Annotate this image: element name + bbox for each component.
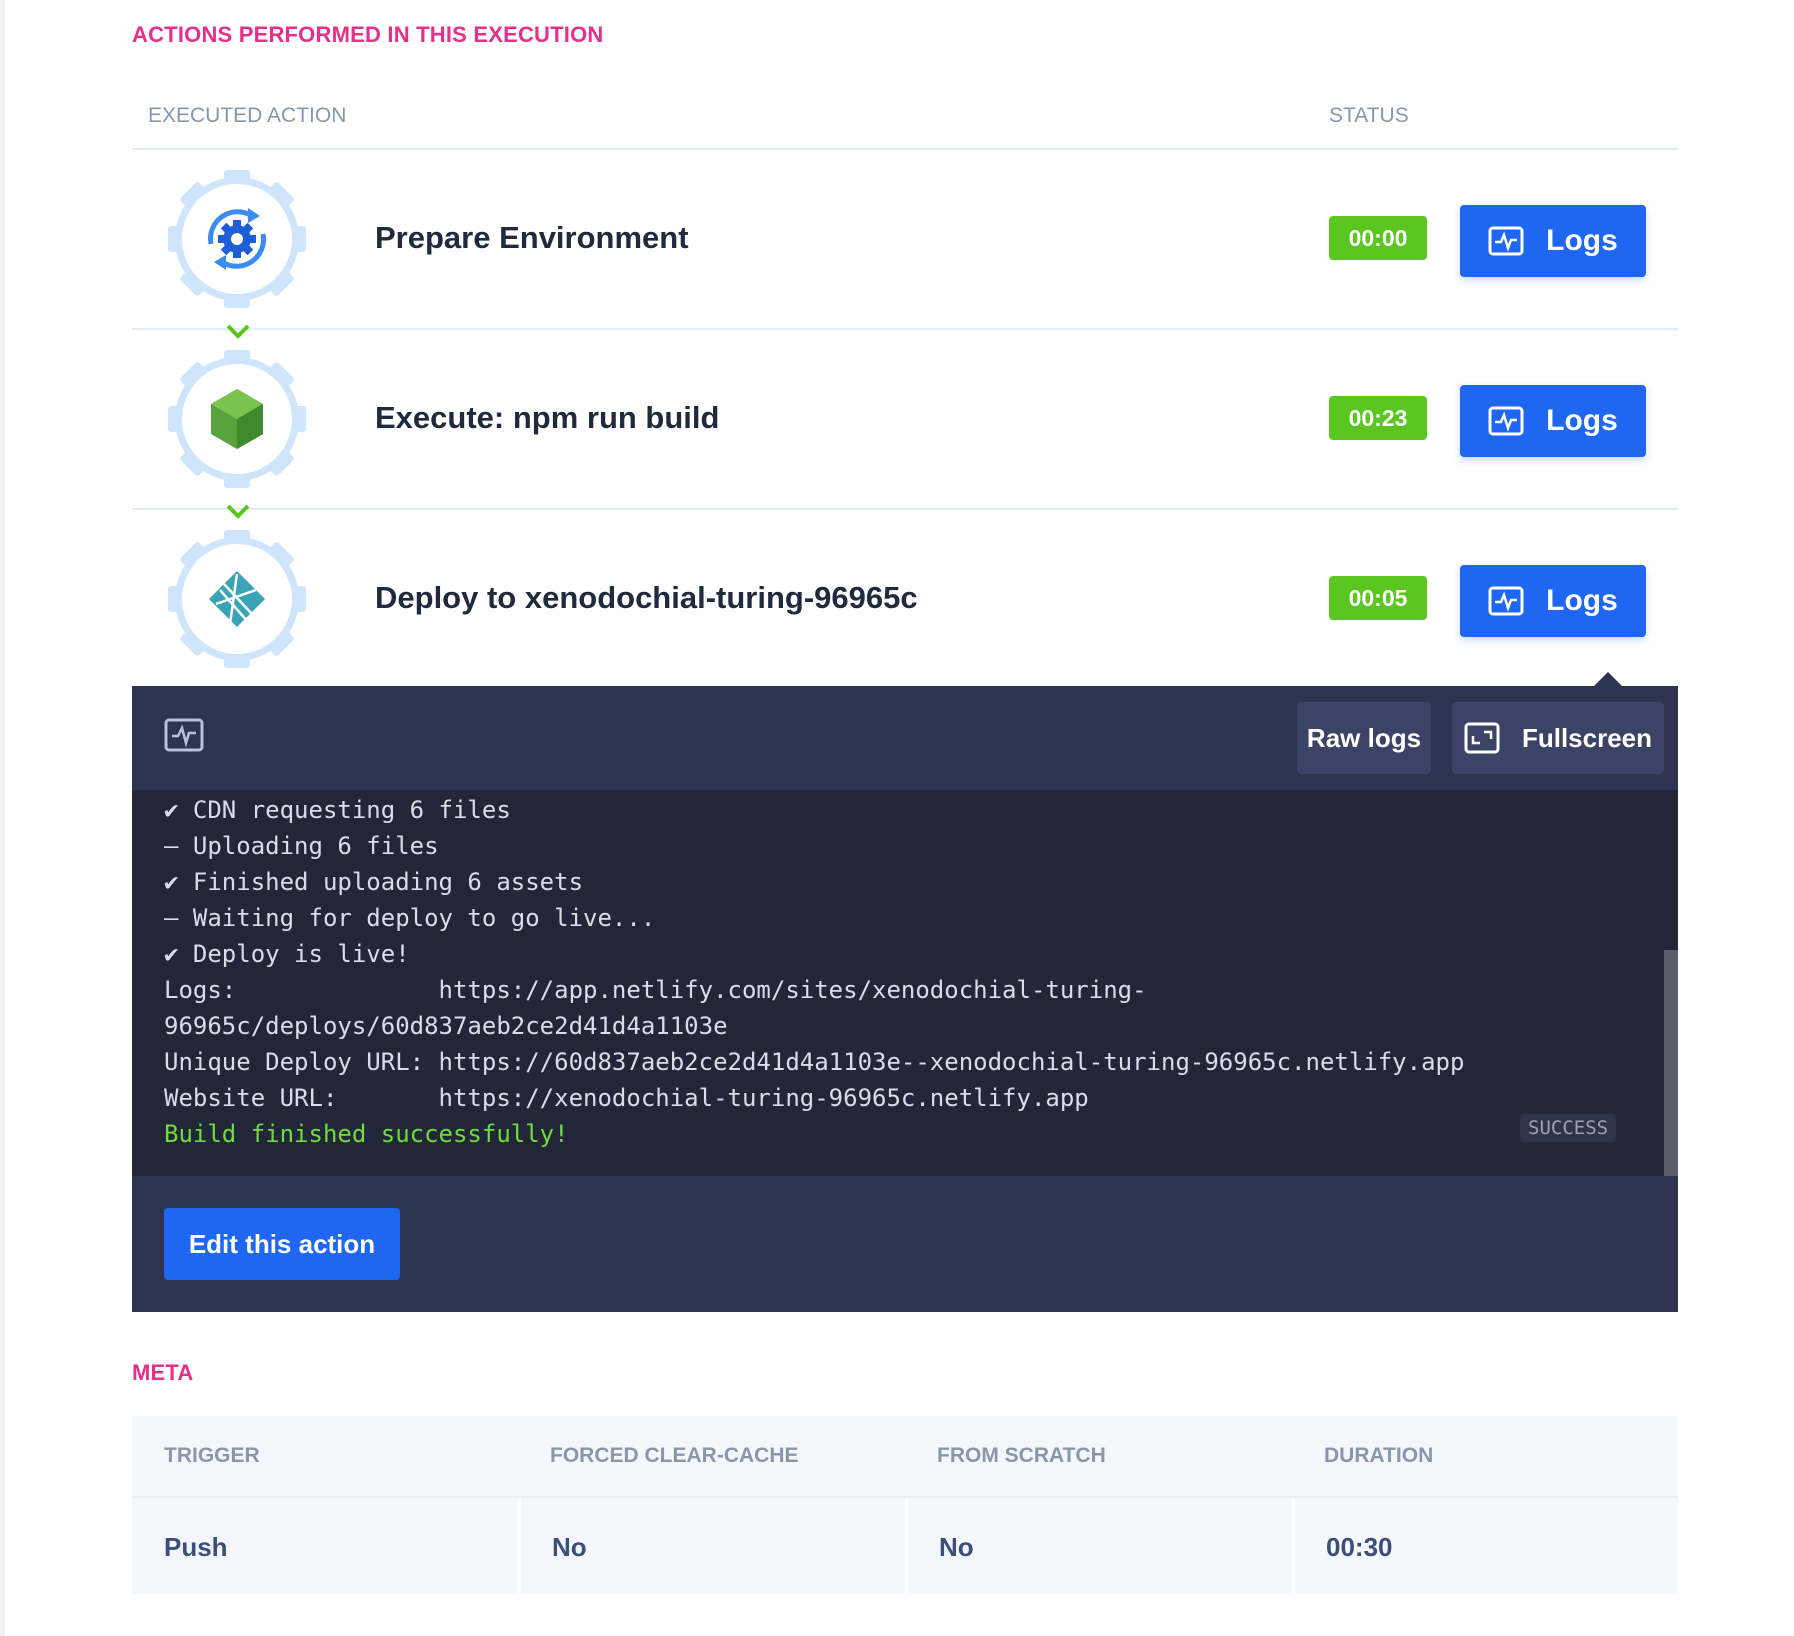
activity-icon — [1488, 406, 1524, 436]
meta-header-from-scratch: FROM SCRATCH — [937, 1444, 1106, 1467]
status-badge: 00:00 — [1329, 216, 1427, 260]
log-line: ✔ CDN requesting 6 files — [164, 796, 511, 824]
fullscreen-button-label: Fullscreen — [1521, 722, 1653, 753]
meta-cell-from-scratch: No — [906, 1498, 1295, 1594]
fullscreen-button[interactable]: Fullscreen — [1452, 702, 1664, 774]
edit-action-button[interactable]: Edit this action — [164, 1208, 400, 1280]
action-title: Prepare Environment — [375, 220, 689, 255]
status-badge: 00:05 — [1329, 576, 1427, 620]
meta-header-duration: DURATION — [1324, 1444, 1434, 1467]
log-line: Unique Deploy URL: https://60d837aeb2ce2… — [164, 1048, 1465, 1076]
log-line: ✔ Finished uploading 6 assets — [164, 868, 584, 896]
log-line: Logs: https://app.netlify.com/sites/xeno… — [164, 976, 1147, 1004]
log-toolbar: Raw logs Fullscreen — [132, 686, 1678, 790]
log-line: – Waiting for deploy to go live... — [164, 904, 656, 932]
meta-cell-duration: 00:30 — [1293, 1498, 1678, 1594]
log-scrollbar-thumb[interactable] — [1664, 950, 1678, 1176]
logs-button-label: Logs — [1546, 224, 1618, 257]
meta-header-trigger: TRIGGER — [164, 1444, 260, 1467]
meta-header-row: TRIGGER FORCED CLEAR-CACHE FROM SCRATCH … — [132, 1416, 1678, 1498]
netlify-icon — [164, 526, 310, 672]
log-scrollbar-track[interactable] — [1664, 790, 1678, 1176]
meta-cell-trigger: Push — [132, 1498, 521, 1594]
log-panel: Raw logs Fullscreen ✔ CDN requesting 6 f… — [132, 686, 1678, 1312]
column-header-executed-action: EXECUTED ACTION — [148, 104, 347, 127]
log-line: Website URL: https://xenodochial-turing-… — [164, 1084, 1089, 1112]
fullscreen-icon — [1464, 722, 1500, 754]
meta-table: TRIGGER FORCED CLEAR-CACHE FROM SCRATCH … — [132, 1416, 1678, 1594]
action-row-deploy: Deploy to xenodochial-turing-96965c 00:0… — [132, 510, 1678, 688]
column-header-status: STATUS — [1329, 104, 1409, 127]
log-line: 96965c/deploys/60d837aeb2ce2d41d4a1103e — [164, 1012, 728, 1040]
nodejs-hexagon-icon — [164, 346, 310, 492]
activity-icon — [1488, 586, 1524, 616]
meta-header-forced-clear-cache: FORCED CLEAR-CACHE — [550, 1444, 799, 1467]
raw-logs-button[interactable]: Raw logs — [1297, 702, 1431, 774]
gear-sync-icon — [164, 166, 310, 312]
action-row-npm-run-build: Execute: npm run build 00:23 Logs — [132, 330, 1678, 510]
left-edge — [0, 0, 5, 1636]
logs-button[interactable]: Logs — [1460, 385, 1646, 457]
activity-icon — [1488, 226, 1524, 256]
activity-icon — [164, 718, 204, 752]
logs-button[interactable]: Logs — [1460, 565, 1646, 637]
logs-button[interactable]: Logs — [1460, 205, 1646, 277]
log-line: – Uploading 6 files — [164, 832, 439, 860]
success-tag: SUCCESS — [1520, 1114, 1617, 1142]
meta-value-duration: 00:30 — [1326, 1532, 1393, 1562]
log-lines: ✔ CDN requesting 6 files – Uploading 6 f… — [164, 792, 1464, 1152]
actions-section-title: ACTIONS PERFORMED IN THIS EXECUTION — [132, 22, 604, 47]
meta-value-forced-clear-cache: No — [552, 1532, 587, 1562]
logs-button-label: Logs — [1546, 584, 1618, 617]
log-panel-pointer — [1594, 672, 1622, 686]
status-badge: 00:23 — [1329, 396, 1427, 440]
meta-value-from-scratch: No — [939, 1532, 974, 1562]
action-title: Deploy to xenodochial-turing-96965c — [375, 580, 918, 615]
meta-value-trigger: Push — [164, 1532, 228, 1562]
meta-cell-forced-clear-cache: No — [519, 1498, 908, 1594]
meta-section-title: META — [132, 1360, 194, 1385]
meta-value-row: Push No No 00:30 — [132, 1498, 1678, 1594]
action-title: Execute: npm run build — [375, 400, 720, 435]
actions-table-header: EXECUTED ACTION STATUS — [132, 100, 1678, 150]
logs-button-label: Logs — [1546, 404, 1618, 437]
action-row-prepare-environment: Prepare Environment 00:00 Logs — [132, 150, 1678, 330]
log-line: ✔ Deploy is live! — [164, 940, 410, 968]
log-output[interactable]: ✔ CDN requesting 6 files – Uploading 6 f… — [132, 790, 1678, 1176]
log-line-success: Build finished successfully! — [164, 1120, 569, 1148]
